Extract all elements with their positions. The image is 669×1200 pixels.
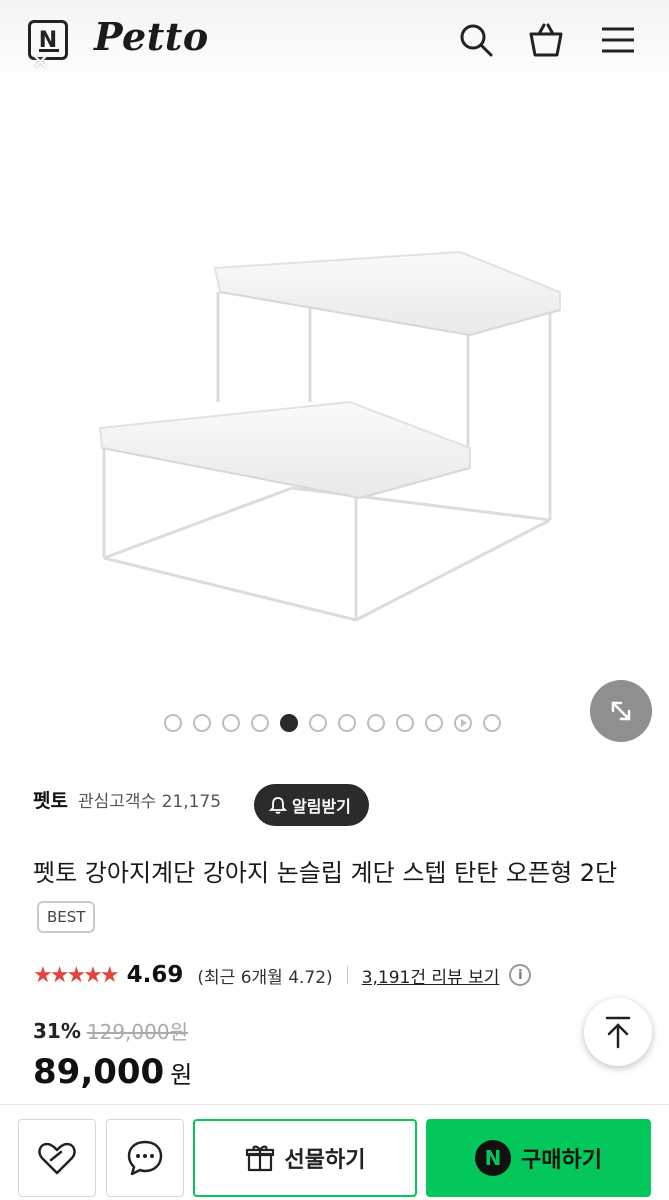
bell-plus-icon	[268, 797, 288, 814]
reviews-link[interactable]: 3,191건 리뷰 보기	[362, 963, 500, 988]
brand-logo[interactable]: Petto	[94, 14, 209, 59]
buy-label: 구매하기	[521, 1148, 602, 1173]
pager-dot[interactable]	[309, 714, 327, 732]
store-name[interactable]: 펫토	[33, 786, 68, 813]
pager-dot[interactable]	[425, 714, 443, 732]
best-badge: BEST	[37, 901, 96, 933]
product-title: 펫토 강아지계단 강아지 논슬립 계단 스텝 탄탄 오픈형 2단	[33, 859, 618, 887]
recent-rating: (최근 6개월 4.72)	[197, 967, 333, 988]
bottom-action-bar: 선물하기 N 구매하기	[0, 1104, 669, 1200]
pager-dot[interactable]	[396, 714, 414, 732]
chat-bubble-icon	[127, 1140, 163, 1176]
like-button[interactable]	[18, 1119, 96, 1197]
price-unit: 원	[170, 1061, 193, 1089]
heart-icon	[38, 1142, 76, 1175]
discount-rate: 31%	[33, 1018, 81, 1043]
info-icon[interactable]: i	[509, 964, 532, 986]
arrow-up-icon	[605, 1016, 631, 1049]
gallery-pager	[164, 714, 501, 732]
menu-icon[interactable]	[598, 20, 638, 60]
product-image[interactable]	[60, 220, 600, 640]
pager-dot[interactable]	[338, 714, 356, 732]
close-icon[interactable]: ✕	[32, 50, 49, 74]
alert-subscribe-button[interactable]: 알림받기	[254, 784, 369, 826]
top-header: N ✕ Petto	[0, 0, 669, 92]
search-icon[interactable]	[456, 20, 496, 60]
expand-icon	[611, 701, 631, 721]
rating-stars: ★★★★★	[33, 962, 120, 988]
pager-dot-video[interactable]	[454, 714, 472, 732]
fans-count: 관심고객수 21,175	[77, 792, 222, 812]
talk-button[interactable]	[106, 1119, 184, 1197]
pager-dot[interactable]	[222, 714, 240, 732]
gift-button[interactable]: 선물하기	[193, 1119, 417, 1197]
rating-row: ★★★★★ 4.69 (최근 6개월 4.72) 3,191건 리뷰 보기 i	[33, 958, 532, 992]
original-price: 129,000원	[86, 1020, 188, 1044]
pager-dot[interactable]	[280, 714, 298, 732]
gift-icon	[245, 1145, 274, 1172]
gift-label: 선물하기	[284, 1148, 366, 1173]
pager-dot[interactable]	[164, 714, 182, 732]
pager-dot[interactable]	[251, 714, 269, 732]
price-row: 89,000 원	[33, 1052, 192, 1092]
pager-dot[interactable]	[367, 714, 385, 732]
rating-score: 4.69	[126, 962, 184, 988]
naver-pay-icon: N	[475, 1140, 512, 1176]
cart-icon[interactable]	[526, 20, 566, 60]
divider	[346, 966, 348, 984]
alert-label: 알림받기	[292, 797, 351, 816]
store-row: 펫토 관심고객수 21,175	[33, 786, 221, 813]
pager-dot[interactable]	[483, 714, 501, 732]
buy-button[interactable]: N 구매하기	[426, 1119, 651, 1197]
discount-row: 31% 129,000원	[33, 1016, 188, 1045]
pager-dot[interactable]	[193, 714, 211, 732]
sale-price: 89,000	[33, 1052, 165, 1092]
scroll-top-button[interactable]	[584, 998, 652, 1066]
expand-button[interactable]	[590, 680, 652, 742]
product-title-block: 펫토 강아지계단 강아지 논슬립 계단 스텝 탄탄 오픈형 2단 BEST	[33, 850, 633, 942]
